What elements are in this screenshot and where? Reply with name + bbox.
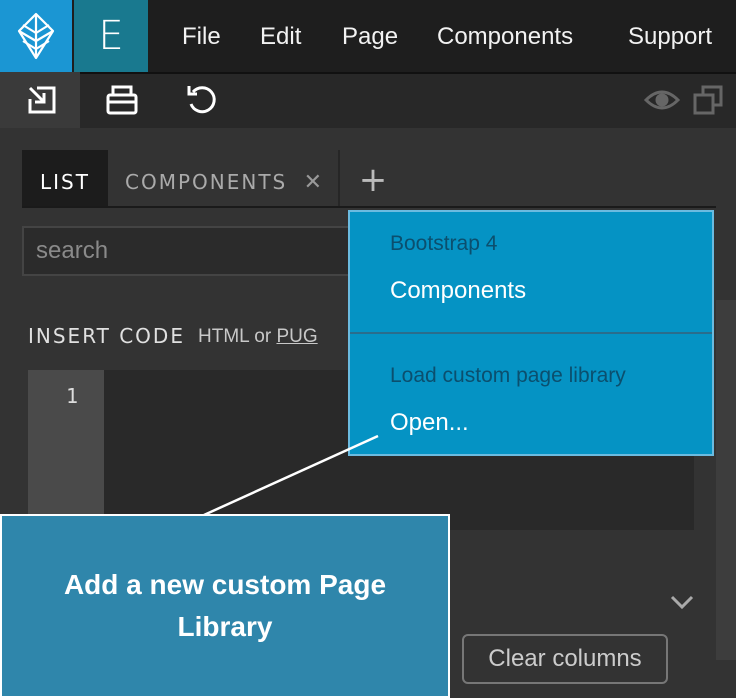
tab-list[interactable]: LIST [22, 150, 108, 206]
search-input[interactable] [22, 226, 362, 276]
menu-file[interactable]: File [182, 0, 221, 72]
chevron-down-icon[interactable] [668, 588, 696, 616]
dropdown-item-open[interactable]: Open... [390, 409, 469, 437]
print-icon[interactable] [102, 80, 142, 120]
scrollbar[interactable] [716, 300, 736, 660]
dropdown-header-bootstrap: Bootstrap 4 [390, 232, 498, 255]
pinecone-logo-icon[interactable] [0, 0, 72, 72]
line-number: 1 [65, 384, 78, 408]
import-icon[interactable] [22, 80, 62, 120]
add-tab-button[interactable]: + [358, 160, 388, 200]
menu-edit[interactable]: Edit [260, 0, 301, 72]
pug-link[interactable]: PUG [276, 326, 317, 347]
e-button[interactable]: E [74, 0, 148, 72]
tab-components-label: COMPONENTS [125, 170, 288, 194]
dropdown-item-components[interactable]: Components [390, 277, 526, 305]
menu-support[interactable]: Support [628, 0, 712, 72]
dropdown-divider [350, 332, 712, 334]
dropdown-header-custom-library: Load custom page library [390, 364, 626, 387]
duplicate-icon[interactable] [688, 80, 728, 120]
insert-code-html-or: HTML or [198, 326, 277, 347]
undo-icon[interactable] [182, 80, 222, 120]
menu-components[interactable]: Components [437, 0, 573, 72]
insert-code-label: INSERT CODE [28, 324, 185, 348]
insert-code-format: HTML or PUG [198, 326, 318, 348]
menu-page[interactable]: Page [342, 0, 398, 72]
tutorial-callout: Add a new custom Page Library [0, 514, 450, 698]
clear-columns-button[interactable]: Clear columns [462, 634, 668, 684]
tab-divider [338, 150, 340, 206]
eye-icon[interactable] [642, 80, 682, 120]
tab-components[interactable]: COMPONENTS ✕ [110, 150, 338, 206]
close-icon[interactable]: ✕ [304, 170, 324, 195]
